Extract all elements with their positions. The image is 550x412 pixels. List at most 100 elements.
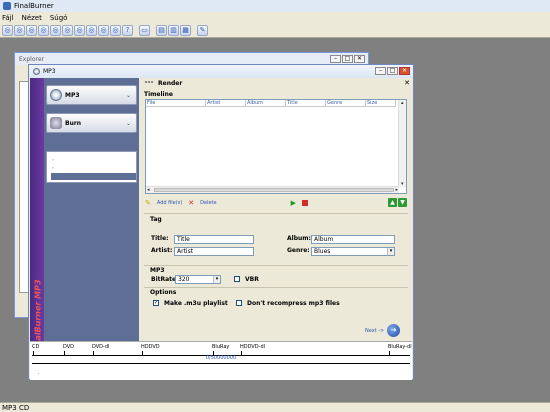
vbr-checkbox[interactable] [234,276,240,282]
mp3-titlebar[interactable]: MP3 [29,65,413,78]
close-icon[interactable]: ✕ [404,79,410,87]
title-field[interactable]: Title [174,235,254,244]
stop-icon[interactable] [301,200,308,206]
new-mp3-disc-icon[interactable]: ◎ [50,25,61,36]
mp3-group: MP3 BitRate 320 ▾ VBR [144,265,408,285]
scroll-up-icon[interactable]: ▴ [401,100,404,106]
new-dvd-icon[interactable]: ◎ [38,25,49,36]
column-header[interactable]: Title [286,100,326,107]
tag-group: Tag Title: Title Artist: Artist Album: A… [144,213,408,263]
album-field[interactable]: Album [311,235,395,244]
timeline-grid[interactable]: File Artist Album Title Genre Size ▴ ▾ ◂… [145,99,407,194]
disc-icon [50,89,62,101]
scroll-thumb[interactable] [154,188,394,192]
new-audio-disc-icon[interactable]: ◎ [14,25,25,36]
mp3-window-icon [33,68,40,75]
vertical-scrollbar[interactable]: ▴ ▾ [398,100,406,187]
chevron-down-icon[interactable]: ▾ [387,248,394,255]
artist-label: Artist: [151,247,173,254]
column-header[interactable]: Genre [326,100,366,107]
maximize-button[interactable]: □ [342,55,353,63]
capacity-progress-bar [32,363,410,367]
column-header[interactable]: Size [366,100,396,107]
bitrate-select[interactable]: 320 ▾ [175,275,221,284]
folder-icon[interactable]: ▭ [139,25,150,36]
add-file-icon[interactable]: ✎ [145,199,151,207]
write-icon[interactable]: ✎ [197,25,208,36]
playlist-label: Make .m3u playlist [164,300,228,307]
no-recompress-label: Don't recompress mp3 files [247,300,340,307]
horizontal-scrollbar[interactable]: ◂ ▸ [146,186,399,193]
arrow-right-icon: ➔ [387,324,401,337]
minimize-button[interactable]: – [330,55,341,63]
column-header[interactable]: Album [246,100,286,107]
title-label: Title: [151,235,169,242]
timeline-actions: ✎ Add file(s) ✕ Delete ▶ ▲ ▼ [145,197,407,209]
menu-file[interactable]: Fájl [2,14,14,22]
tile-vertical-icon[interactable]: ▦ [180,25,191,36]
nav-item-label: MP3 [65,91,80,99]
column-header[interactable]: Artist [206,100,246,107]
nav-item-burn[interactable]: Burn ⌄ [46,113,137,133]
genre-value: Blues [314,248,331,255]
burn-image-icon[interactable]: ◎ [86,25,97,36]
explorer-window-buttons: – □ ✕ [330,55,365,63]
genre-label: Genre: [287,247,310,254]
chevron-down-icon[interactable]: ⌄ [126,120,131,127]
capacity-marker: . [38,370,40,376]
menu-help[interactable]: Súgó [50,14,68,22]
nav-item-mp3[interactable]: MP3 ⌄ [46,85,137,105]
scroll-down-icon[interactable]: ▾ [401,181,404,187]
grid-header: File Artist Album Title Genre Size [146,100,396,107]
move-down-icon[interactable]: ▼ [398,198,407,207]
capacity-ruler: CD DVD DVD-dl HDDVD BluRay HDDVD-dl BluR… [30,341,412,380]
mp3-window-title: MP3 [43,68,56,75]
play-icon[interactable]: ▶ [291,199,296,207]
iso-image-icon[interactable]: ◎ [74,25,85,36]
delete-icon[interactable]: ✕ [188,199,194,207]
close-button[interactable]: ✕ [354,55,365,63]
app-title: FinalBurner [14,2,54,10]
capacity-tick: BluRay-dl [388,344,412,356]
restore-button[interactable]: □ [387,67,398,75]
add-files-button[interactable]: Add file(s) [157,200,182,206]
move-up-icon[interactable]: ▲ [388,198,397,207]
app-titlebar: FinalBurner [0,0,550,12]
artist-field[interactable]: Artist [174,247,254,256]
timeline-label: Timeline [144,91,173,98]
delete-button[interactable]: Delete [200,200,216,206]
nav-sidebar: FinalBurner MP3 MP3 ⌄ Burn ⌄ , , [30,78,139,380]
nav-panel-line: , [52,163,54,170]
tile-windows-icon[interactable]: ▥ [168,25,179,36]
genre-select[interactable]: Blues ▾ [311,247,395,256]
no-recompress-checkbox[interactable] [236,300,242,306]
help-icon[interactable]: ? [122,25,133,36]
chevron-down-icon[interactable]: ⌄ [126,92,131,99]
scroll-left-icon[interactable]: ◂ [147,187,150,193]
new-video-disc-icon[interactable]: ◎ [26,25,37,36]
next-button[interactable]: Next -> ➔ [365,324,401,337]
copy-disc-icon[interactable]: ◎ [62,25,73,36]
tag-label: Tag [150,216,162,223]
close-button[interactable]: ✕ [399,67,410,75]
erase-disc-icon[interactable]: ◎ [98,25,109,36]
column-header[interactable]: File [146,100,206,107]
nav-item-label: Burn [65,119,82,127]
render-pane: Render ✕ Timeline File Artist Album Titl… [141,78,413,337]
album-label: Album: [287,235,311,242]
capacity-tick: HDDVD [141,344,160,356]
minimize-button[interactable]: – [375,67,386,75]
cascade-windows-icon[interactable]: ▤ [156,25,167,36]
new-data-disc-icon[interactable]: ◎ [2,25,13,36]
chevron-down-icon[interactable]: ▾ [213,276,220,283]
bitrate-label: BitRate [151,276,177,283]
menu-view[interactable]: Nézet [22,14,42,22]
capacity-tick: BluRay [212,344,230,356]
burn-icon [50,117,62,129]
disc-info-icon[interactable]: ◎ [110,25,121,36]
scroll-right-icon[interactable]: ▸ [395,187,398,193]
nav-panel-selected-item[interactable] [51,173,136,180]
grip-icon[interactable] [145,80,153,86]
menubar: Fájl Nézet Súgó [0,12,550,24]
playlist-checkbox[interactable]: ✓ [153,300,159,306]
